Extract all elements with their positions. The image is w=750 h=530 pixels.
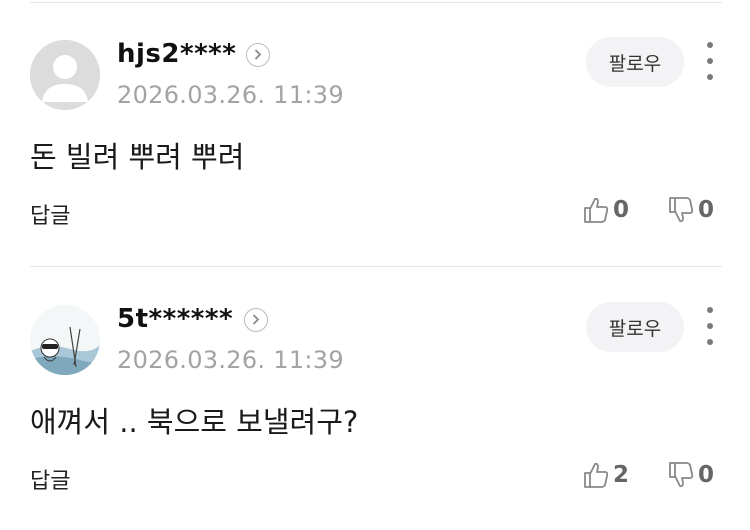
comment-timestamp: 2026.03.26. 11:39 (117, 346, 344, 374)
comment-text: 돈 빌려 뿌려 뿌려 (30, 140, 245, 174)
comment-text: 애껴서 .. 북으로 보낼려구? (30, 405, 359, 439)
default-profile-icon (30, 40, 100, 110)
like-count: 2 (613, 462, 630, 488)
username[interactable]: hjs2**** (117, 39, 236, 69)
default-avatar[interactable] (30, 40, 100, 110)
dislike-button[interactable]: 0 (668, 461, 714, 489)
custom-avatar[interactable] (30, 305, 100, 375)
more-options-icon[interactable] (700, 307, 720, 345)
thumbs-up-icon (584, 197, 609, 223)
comment-item: 5t****** 2026.03.26. 11:39 팔로우 애껴서 .. 북으… (0, 265, 750, 527)
like-count: 0 (613, 197, 630, 223)
thumbs-down-icon (669, 197, 694, 223)
thumbs-down-icon (669, 462, 694, 488)
like-button[interactable]: 0 (583, 196, 629, 224)
dislike-count: 0 (698, 462, 715, 488)
like-button[interactable]: 2 (583, 461, 629, 489)
chevron-right-icon[interactable] (244, 308, 268, 332)
follow-button[interactable]: 팔로우 (586, 37, 684, 87)
chevron-right-icon[interactable] (246, 43, 270, 67)
comment-timestamp: 2026.03.26. 11:39 (117, 81, 344, 109)
more-options-icon[interactable] (700, 42, 720, 80)
follow-button[interactable]: 팔로우 (586, 302, 684, 352)
reply-button[interactable]: 답글 (30, 463, 70, 495)
reply-button[interactable]: 답글 (30, 198, 70, 230)
dislike-count: 0 (698, 197, 715, 223)
comment-item: hjs2**** 2026.03.26. 11:39 팔로우 돈 빌려 뿌려 뿌… (0, 0, 750, 262)
username[interactable]: 5t****** (117, 304, 233, 334)
dislike-button[interactable]: 0 (668, 196, 714, 224)
thumbs-up-icon (584, 462, 609, 488)
custom-profile-image (30, 305, 100, 375)
